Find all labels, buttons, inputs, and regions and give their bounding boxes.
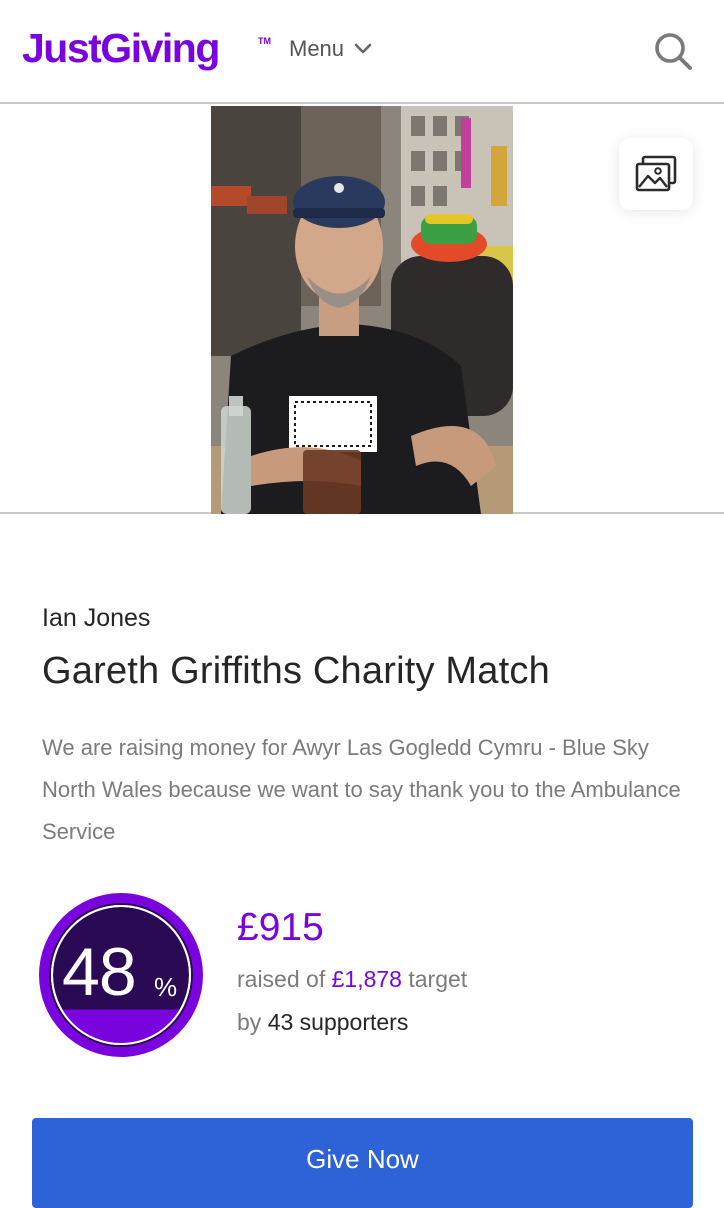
target-amount: £1,878 xyxy=(331,966,402,992)
target-line: raised of £1,878 target xyxy=(237,963,467,995)
fundraiser-photo[interactable] xyxy=(211,106,513,514)
justgiving-logo[interactable]: JustGiving xyxy=(22,26,220,70)
trademark-mark: TM xyxy=(258,36,271,46)
search-icon[interactable] xyxy=(652,30,694,72)
site-header: JustGiving TM Menu xyxy=(0,0,724,104)
progress-percent-sign: % xyxy=(154,972,178,1002)
supporters-count[interactable]: 43 supporters xyxy=(268,1009,409,1035)
supporters-line: by 43 supporters xyxy=(237,1006,408,1038)
raised-of-label: raised of xyxy=(237,966,326,992)
page-description: We are raising money for Awyr Las Gogled… xyxy=(42,735,681,844)
hero-image-section xyxy=(0,106,724,514)
image-gallery-icon xyxy=(635,155,677,192)
target-label: target xyxy=(408,966,468,992)
amount-raised: £915 xyxy=(237,906,324,949)
page-owner-name: Ian Jones xyxy=(42,604,151,632)
chevron-down-icon xyxy=(354,43,372,54)
progress-percent: 48 xyxy=(62,934,137,1010)
give-now-button[interactable]: Give Now xyxy=(32,1118,693,1208)
menu-label: Menu xyxy=(289,36,345,61)
menu-button[interactable]: Menu xyxy=(289,36,372,62)
by-label: by xyxy=(237,1009,262,1035)
gallery-button[interactable] xyxy=(619,138,693,210)
page-title: Gareth Griffiths Charity Match xyxy=(42,650,550,692)
